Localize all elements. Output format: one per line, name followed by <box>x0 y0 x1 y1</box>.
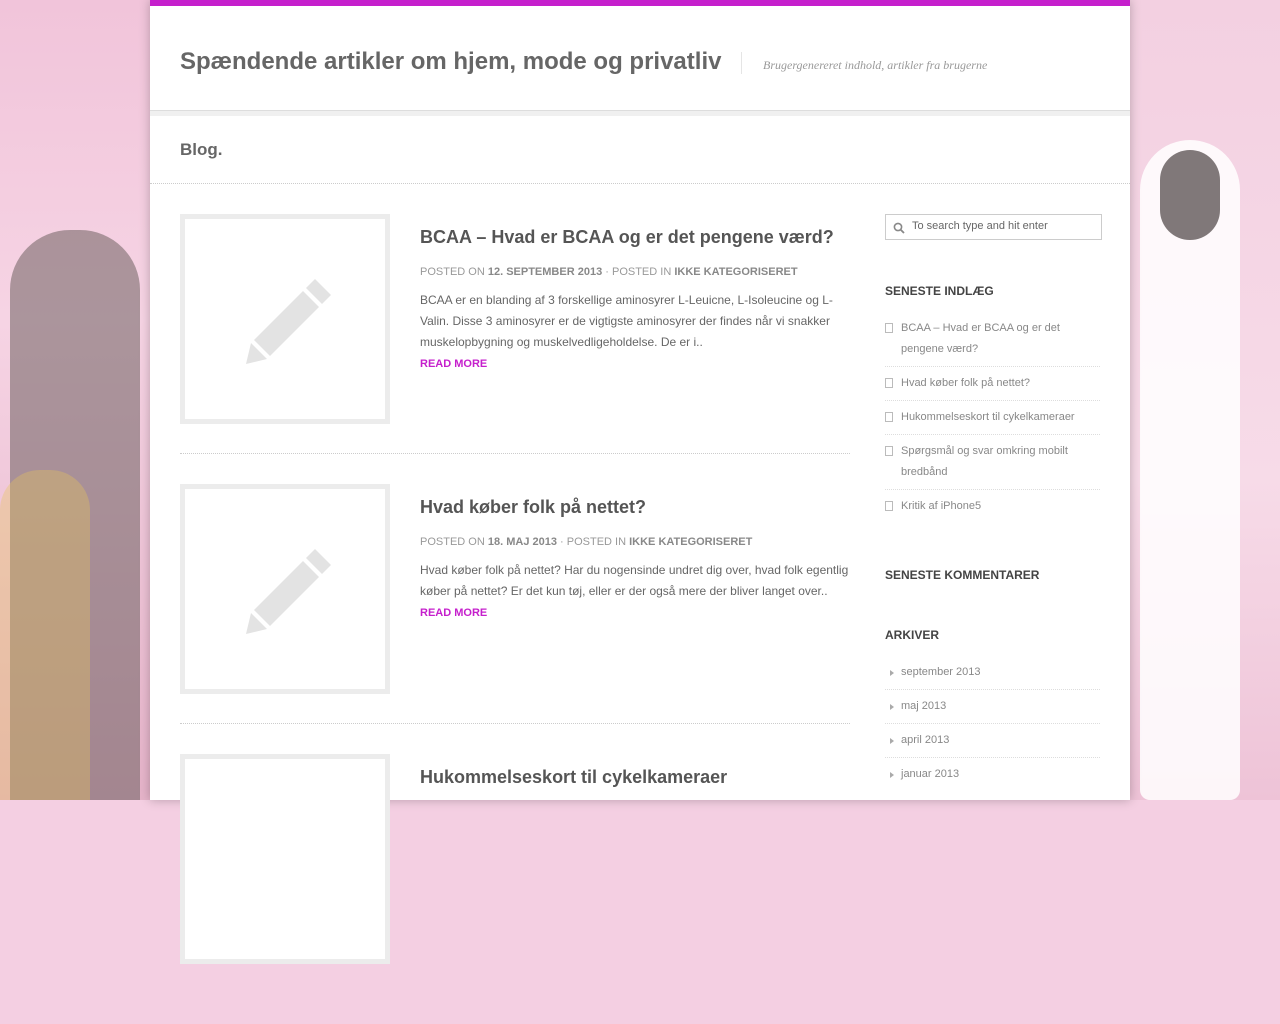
post-title[interactable]: Hvad køber folk på nettet? <box>420 496 850 518</box>
post-excerpt: BCAA er en blanding af 3 forskellige ami… <box>420 293 833 349</box>
post-item: Hvad køber folk på nettet? POSTED ON 18.… <box>180 484 850 754</box>
site-title[interactable]: Spændende artikler om hjem, mode og priv… <box>180 48 721 76</box>
archive-list: september 2013 maj 2013 april 2013 janua… <box>885 656 1100 791</box>
caret-right-icon <box>890 772 894 778</box>
widget-title: SENESTE INDLÆG <box>885 284 994 298</box>
pencil-icon <box>246 279 331 364</box>
recent-posts-list: BCAA – Hvad er BCAA og er det pengene væ… <box>885 312 1100 523</box>
search-icon <box>893 222 905 234</box>
post-title[interactable]: Hukommelseskort til cykelkameraer <box>420 766 850 788</box>
post-body: Hukommelseskort til cykelkameraer <box>420 754 850 788</box>
archive-item[interactable]: april 2013 <box>885 724 1100 758</box>
widget-title: SENESTE KOMMENTARER <box>885 568 1040 582</box>
posted-in-label: · POSTED IN <box>605 266 672 278</box>
post-category[interactable]: IKKE KATEGORISERET <box>629 536 752 548</box>
background-left <box>0 0 150 800</box>
recent-post-link[interactable]: Hvad køber folk på nettet? <box>901 377 1030 389</box>
post-excerpt: Hvad køber folk på nettet? Har du nogens… <box>420 563 849 598</box>
document-icon <box>885 446 893 456</box>
caret-right-icon <box>890 704 894 710</box>
site-description: Brugergenereret indhold, artikler fra br… <box>741 52 987 74</box>
post-body: Hvad køber folk på nettet? POSTED ON 18.… <box>420 484 850 621</box>
divider <box>180 453 850 454</box>
recent-post-link[interactable]: BCAA – Hvad er BCAA og er det pengene væ… <box>901 322 1060 355</box>
recent-post-item[interactable]: Kritik af iPhone5 <box>885 490 1100 523</box>
archive-link[interactable]: januar 2013 <box>901 768 959 780</box>
archive-link[interactable]: maj 2013 <box>901 700 946 712</box>
recent-post-item[interactable]: Hukommelseskort til cykelkameraer <box>885 401 1100 435</box>
caret-right-icon <box>890 738 894 744</box>
caret-right-icon <box>890 670 894 676</box>
recent-post-item[interactable]: Hvad køber folk på nettet? <box>885 367 1100 401</box>
read-more-link[interactable]: READ MORE <box>420 358 487 370</box>
post-thumbnail[interactable] <box>180 484 390 694</box>
post-date[interactable]: 18. MAJ 2013 <box>488 536 557 548</box>
post-thumbnail[interactable] <box>180 214 390 424</box>
document-icon <box>885 412 893 422</box>
recent-comments-widget: SENESTE KOMMENTARER <box>885 568 1102 582</box>
post-thumbnail[interactable] <box>180 754 390 964</box>
post-body: BCAA – Hvad er BCAA og er det pengene væ… <box>420 214 850 372</box>
archive-item[interactable]: september 2013 <box>885 656 1100 690</box>
archive-item[interactable]: januar 2013 <box>885 758 1100 791</box>
document-icon <box>885 323 893 333</box>
post-category[interactable]: IKKE KATEGORISERET <box>674 266 797 278</box>
divider <box>180 723 850 724</box>
document-icon <box>885 378 893 388</box>
pencil-icon <box>246 549 331 634</box>
post-date[interactable]: 12. SEPTEMBER 2013 <box>488 266 602 278</box>
archive-item[interactable]: maj 2013 <box>885 690 1100 724</box>
background-figure <box>1160 150 1220 240</box>
recent-post-item[interactable]: Spørgsmål og svar omkring mobilt bredbån… <box>885 435 1100 490</box>
background-right <box>1130 0 1280 800</box>
background-figure <box>0 470 90 800</box>
search-box <box>885 214 1102 240</box>
sidebar: SENESTE INDLÆG BCAA – Hvad er BCAA og er… <box>885 214 1102 791</box>
post-title[interactable]: BCAA – Hvad er BCAA og er det pengene væ… <box>420 226 850 248</box>
posted-on-label: POSTED ON <box>420 536 485 548</box>
document-icon <box>885 501 893 511</box>
posted-in-label: · POSTED IN <box>560 536 627 548</box>
site-header: Spændende artikler om hjem, mode og priv… <box>150 6 1130 111</box>
recent-post-link[interactable]: Kritik af iPhone5 <box>901 500 981 512</box>
widget-title: ARKIVER <box>885 628 940 642</box>
page-title-bar: Blog. <box>150 116 1130 184</box>
post-item: BCAA – Hvad er BCAA og er det pengene væ… <box>180 214 850 484</box>
post-meta: POSTED ON 12. SEPTEMBER 2013 · POSTED IN… <box>420 266 850 278</box>
post-list: BCAA – Hvad er BCAA og er det pengene væ… <box>180 214 850 1024</box>
recent-post-link[interactable]: Hukommelseskort til cykelkameraer <box>901 411 1075 423</box>
recent-post-item[interactable]: BCAA – Hvad er BCAA og er det pengene væ… <box>885 312 1100 367</box>
archives-widget: ARKIVER september 2013 maj 2013 april 20… <box>885 628 1102 791</box>
page-title: Blog. <box>180 140 223 159</box>
archive-link[interactable]: april 2013 <box>901 734 949 746</box>
post-meta: POSTED ON 18. MAJ 2013 · POSTED IN IKKE … <box>420 536 850 548</box>
search-input[interactable] <box>912 217 1092 235</box>
page-wrapper: Spændende artikler om hjem, mode og priv… <box>150 0 1130 964</box>
posted-on-label: POSTED ON <box>420 266 485 278</box>
post-item: Hukommelseskort til cykelkameraer <box>180 754 850 1024</box>
read-more-link[interactable]: READ MORE <box>420 607 487 619</box>
recent-post-link[interactable]: Spørgsmål og svar omkring mobilt bredbån… <box>901 445 1068 478</box>
archive-link[interactable]: september 2013 <box>901 666 981 678</box>
recent-posts-widget: SENESTE INDLÆG BCAA – Hvad er BCAA og er… <box>885 284 1102 523</box>
